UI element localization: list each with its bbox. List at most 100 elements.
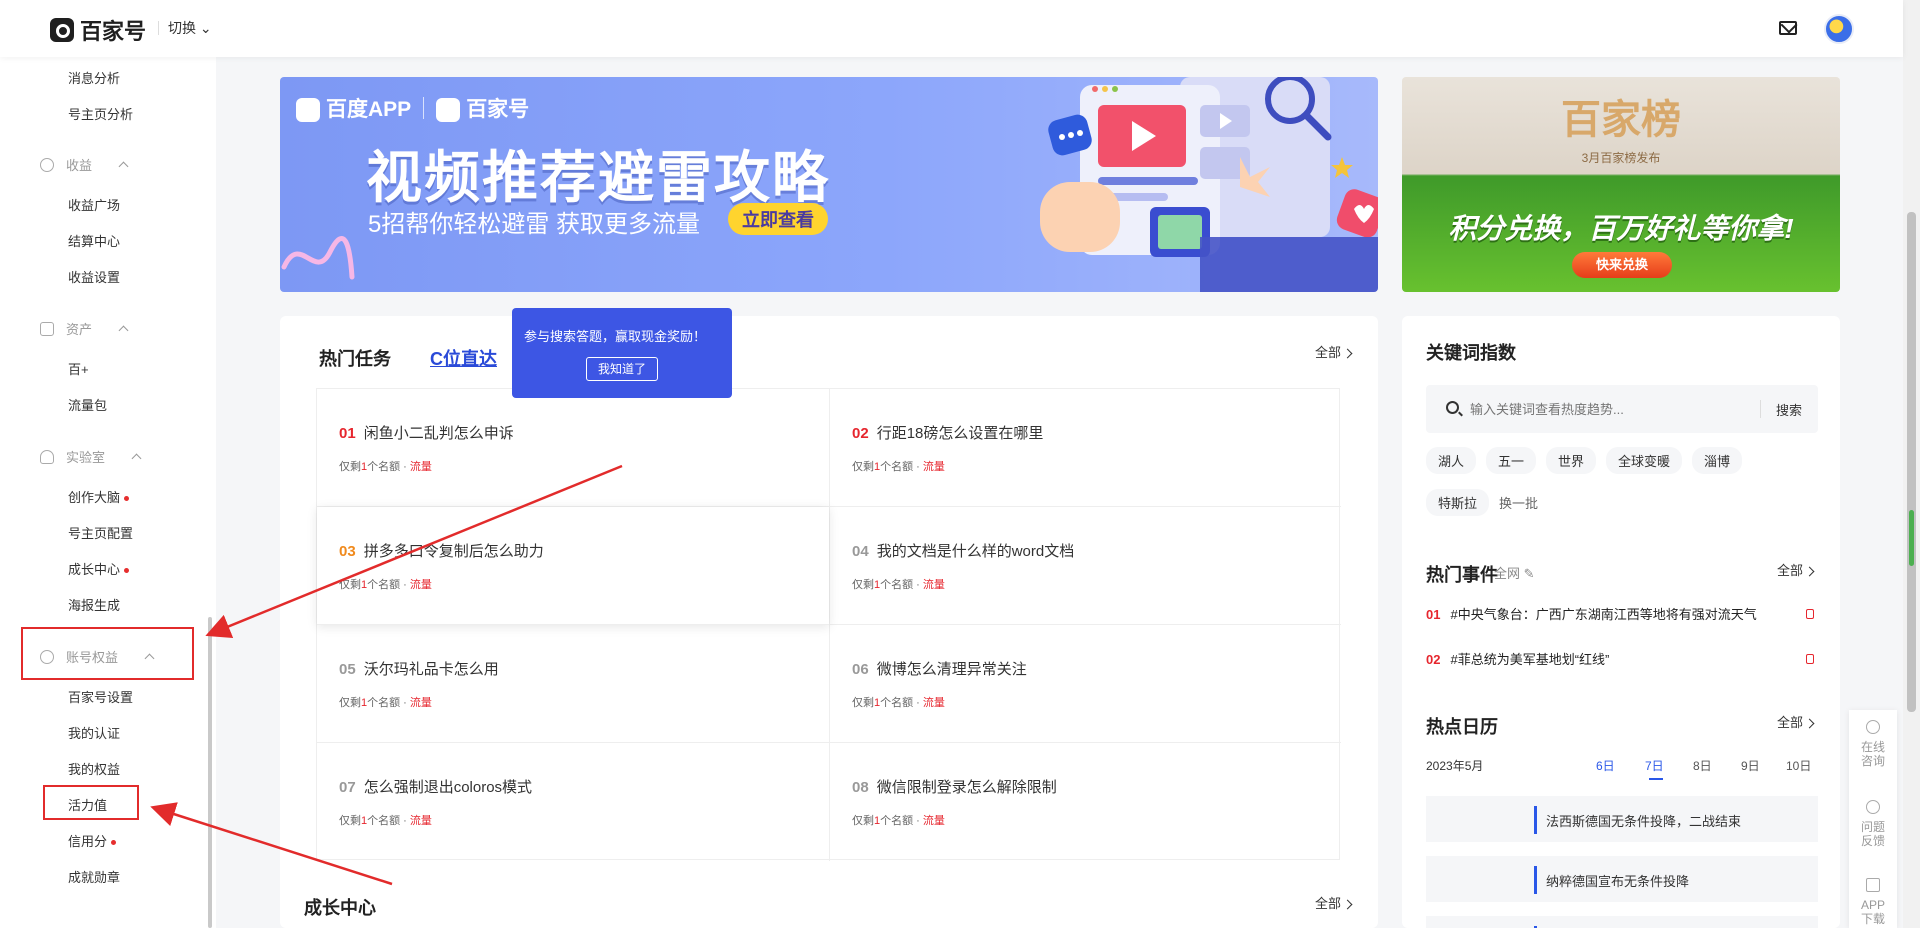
sidebar-item-growth-center[interactable]: 成长中心 — [68, 559, 130, 578]
sidebar-scrollbar[interactable] — [208, 617, 212, 928]
promo-banner[interactable]: 百度APP 百家号 视频推荐避雷攻略 5招帮你轻松避雷 获取更多流量 立即查看 — [280, 77, 1378, 292]
mail-icon[interactable] — [1779, 21, 1797, 35]
task-card[interactable]: 07 怎么强制退出coloros模式 仅剩1个名额 · 流量 — [317, 743, 829, 861]
keyword-tag[interactable]: 淄博 — [1692, 447, 1743, 474]
sidebar-item-badges[interactable]: 成就勋章 — [68, 867, 120, 886]
hot-events-all-link[interactable]: 全部 — [1777, 560, 1813, 579]
app-download-button[interactable]: APP 下载 — [1849, 878, 1897, 926]
sidebar-item-certification[interactable]: 我的认证 — [68, 723, 120, 742]
annotation-box-vitality — [43, 785, 139, 820]
keyword-search-input[interactable] — [1470, 399, 1750, 419]
keyword-tag[interactable]: 全球变暖 — [1606, 447, 1683, 474]
calendar-day[interactable]: 8日 — [1693, 757, 1712, 774]
refresh-keywords-link[interactable]: 换一批 — [1499, 493, 1538, 512]
keyword-tag[interactable]: 特斯拉 — [1426, 489, 1490, 516]
task-quota: 仅剩1个名额 · 流量 — [852, 576, 945, 592]
hot-event-item[interactable]: 02 #菲总统为美军基地划“红线” — [1426, 649, 1609, 668]
assets-icon — [40, 321, 54, 336]
growth-center-title: 成长中心 — [304, 898, 376, 918]
keyword-tag[interactable]: 湖人 — [1426, 447, 1477, 474]
logo-icon — [50, 18, 74, 42]
logo-text: 百家号 — [80, 19, 147, 44]
online-consult-button[interactable]: 在线 咨询 — [1849, 720, 1897, 768]
c-position-link[interactable]: C位直达 — [430, 345, 497, 371]
search-button[interactable]: 搜索 — [1776, 400, 1802, 419]
task-card[interactable]: 03 拼多多口令复制后怎么助力 仅剩1个名额 · 流量 — [317, 507, 829, 625]
task-card[interactable]: 02 行距18磅怎么设置在哪里 仅剩1个名额 · 流量 — [829, 389, 1341, 507]
calendar-day[interactable]: 6日 — [1596, 757, 1615, 774]
calendar-event[interactable]: 法西斯德国无条件投降，二战结束 — [1426, 796, 1818, 842]
question-icon — [1866, 800, 1880, 814]
sidebar-item-traffic-pack[interactable]: 流量包 — [68, 395, 107, 414]
feedback-button[interactable]: 问题 反馈 — [1849, 800, 1897, 848]
calendar-day[interactable]: 10日 — [1786, 757, 1811, 774]
calendar-event[interactable]: 纳粹德国宣布无条件投降 — [1426, 856, 1818, 902]
calendar-day[interactable]: 9日 — [1741, 757, 1760, 774]
task-tag: 流量 — [409, 815, 432, 827]
side-banner-subtitle: 3月百家榜发布 — [1581, 151, 1661, 165]
task-card[interactable]: 05 沃尔玛礼品卡怎么用 仅剩1个名额 · 流量 — [317, 625, 829, 743]
task-title: 04 我的文档是什么样的word文档 — [852, 540, 1074, 561]
sidebar-item-settlement[interactable]: 结算中心 — [68, 231, 120, 250]
keyword-tag[interactable]: 五一 — [1486, 447, 1537, 474]
hot-events-scope[interactable]: 全网 ✎ — [1494, 563, 1535, 582]
sidebar-group-revenue[interactable]: 收益 — [40, 155, 129, 174]
keyword-tag[interactable]: 世界 — [1546, 447, 1597, 474]
task-card[interactable]: 08 微信限制登录怎么解除限制 仅剩1个名额 · 流量 — [829, 743, 1341, 861]
sidebar-item-message-analysis[interactable]: 消息分析 — [68, 68, 120, 87]
baijiahao-icon — [436, 98, 461, 123]
keyword-index-title: 关键词指数 — [1426, 343, 1516, 363]
sidebar-item-my-rights[interactable]: 我的权益 — [68, 759, 120, 778]
quota-suffix: 个名额 · — [367, 579, 410, 591]
task-tag: 流量 — [409, 697, 432, 709]
sidebar-group-assets[interactable]: 资产 — [40, 319, 129, 338]
avatar[interactable] — [1824, 14, 1854, 44]
sidebar-item-bjh-settings[interactable]: 百家号设置 — [68, 687, 133, 706]
sidebar-group-lab[interactable]: 实验室 — [40, 447, 142, 466]
switch-account-dropdown[interactable]: 切换 ⌄ — [158, 18, 212, 38]
hot-event-item[interactable]: 01 #中央气象台：广西广东湖南江西等地将有强对流天气 — [1426, 604, 1757, 623]
feedback-label-b: 反馈 — [1860, 834, 1885, 848]
event-text: #中央气象台：广西广东湖南江西等地将有强对流天气 — [1450, 607, 1757, 622]
notification-dot — [124, 568, 130, 574]
right-panel: 关键词指数 搜索 湖人 五一 世界 全球变暖 淄博 特斯拉 换一批 热门事件 全… — [1402, 316, 1840, 928]
sidebar-item-baiplus[interactable]: 百+ — [68, 359, 89, 378]
task-number: 05 — [339, 661, 356, 678]
calendar-event[interactable] — [1426, 916, 1818, 928]
calendar-all-link[interactable]: 全部 — [1777, 712, 1813, 731]
sidebar-item-poster[interactable]: 海报生成 — [68, 595, 120, 614]
quota-suffix: 个名额 · — [367, 815, 410, 827]
hot-tasks-all-link[interactable]: 全部 — [1315, 342, 1351, 361]
consult-label-a: 在线 — [1860, 740, 1885, 754]
baijiabang-banner[interactable]: 百家榜 3月百家榜发布 积分兑换，百万好礼等你拿! 快来兑换 — [1402, 77, 1840, 292]
baijiahao-logo[interactable]: 百家号 — [50, 14, 146, 46]
sidebar-item-revenue-plaza[interactable]: 收益广场 — [68, 195, 120, 214]
task-title: 02 行距18磅怎么设置在哪里 — [852, 422, 1043, 443]
annotation-box-account-rights — [21, 627, 194, 680]
page-scrollbar[interactable] — [1903, 0, 1920, 928]
task-card[interactable]: 06 微博怎么清理异常关注 仅剩1个名额 · 流量 — [829, 625, 1341, 743]
exchange-button[interactable]: 快来兑换 — [1572, 252, 1672, 278]
task-tag: 流量 — [922, 815, 945, 827]
task-quota: 仅剩1个名额 · 流量 — [852, 812, 945, 828]
growth-all-link[interactable]: 全部 — [1315, 893, 1351, 912]
sidebar-item-creative-brain[interactable]: 创作大脑 — [68, 487, 130, 506]
sidebar-item-revenue-settings[interactable]: 收益设置 — [68, 267, 120, 286]
notification-dot — [111, 840, 117, 846]
scrollbar-thumb[interactable] — [1907, 212, 1916, 712]
banner-brand: 百度APP 百家号 — [296, 93, 529, 123]
tooltip-dismiss-button[interactable]: 我知道了 — [586, 357, 658, 381]
calendar-day-selected[interactable]: 7日 — [1645, 757, 1664, 774]
banner-cta-button[interactable]: 立即查看 — [728, 203, 828, 235]
task-card[interactable]: 04 我的文档是什么样的word文档 仅剩1个名额 · 流量 — [829, 507, 1341, 625]
sidebar-item-homepage-analysis[interactable]: 号主页分析 — [68, 104, 133, 123]
task-quota: 仅剩1个名额 · 流量 — [339, 812, 432, 828]
task-title-text: 拼多多口令复制后怎么助力 — [363, 543, 544, 560]
task-card[interactable]: 01 闲鱼小二乱判怎么申诉 仅剩1个名额 · 流量 — [317, 389, 829, 507]
sidebar-item-credit[interactable]: 信用分 — [68, 831, 117, 850]
sidebar-item-homepage-config[interactable]: 号主页配置 — [68, 523, 133, 542]
task-tag: 流量 — [409, 461, 432, 473]
video-illustration — [1040, 77, 1378, 292]
brand-divider — [423, 97, 425, 119]
quota-prefix: 仅剩 — [852, 815, 874, 827]
